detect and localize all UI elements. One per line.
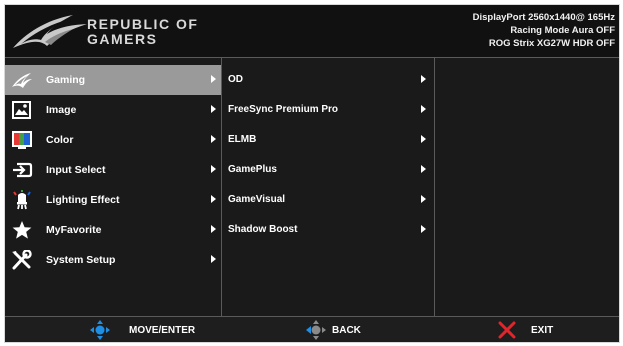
chevron-right-icon — [421, 105, 426, 113]
submenu-item-label: GameVisual — [228, 194, 286, 205]
column-divider-2 — [434, 57, 435, 317]
joystick-move-icon — [90, 320, 110, 340]
joystick-back-icon — [306, 320, 326, 340]
lighting-effect-icon — [13, 190, 31, 210]
wrench-screwdriver-icon — [12, 250, 32, 270]
column-divider-1 — [221, 57, 222, 317]
menu-item-system-setup[interactable]: System Setup — [5, 245, 221, 275]
chevron-right-icon — [421, 195, 426, 203]
chevron-right-icon — [421, 165, 426, 173]
menu-item-image[interactable]: Image — [5, 95, 221, 125]
header: REPUBLIC OF GAMERS DisplayPort 2560x1440… — [5, 5, 619, 57]
chevron-right-icon — [211, 195, 216, 203]
exit-label: EXIT — [531, 325, 554, 336]
osd-menu: REPUBLIC OF GAMERS DisplayPort 2560x1440… — [4, 4, 620, 343]
status-info: DisplayPort 2560x1440@ 165Hz Racing Mode… — [473, 11, 615, 50]
brand-line-1: REPUBLIC OF — [87, 16, 199, 32]
brand-name: REPUBLIC OF GAMERS — [87, 17, 198, 47]
submenu: OD FreeSync Premium Pro ELMB GamePlus Ga… — [224, 65, 432, 245]
submenu-item-label: FreeSync Premium Pro — [228, 104, 339, 115]
submenu-item-elmb[interactable]: ELMB — [224, 125, 432, 155]
chevron-right-icon — [421, 135, 426, 143]
submenu-item-shadow-boost[interactable]: Shadow Boost — [224, 215, 432, 245]
image-icon — [12, 101, 31, 119]
menu-item-input-select[interactable]: Input Select — [5, 155, 221, 185]
menu-item-gaming[interactable]: Gaming — [5, 65, 221, 95]
chevron-right-icon — [211, 75, 216, 83]
submenu-item-label: Shadow Boost — [228, 224, 298, 235]
footer-bar: MOVE/ENTER BACK EXIT — [5, 317, 619, 342]
status-line-mode: Racing Mode Aura OFF — [510, 25, 615, 36]
menu-item-color[interactable]: Color — [5, 125, 221, 155]
exit-button[interactable]: EXIT — [497, 317, 577, 342]
close-icon — [498, 321, 516, 339]
chevron-right-icon — [421, 225, 426, 233]
move-enter-button[interactable]: MOVE/ENTER — [89, 317, 219, 342]
menu-item-myfavorite[interactable]: MyFavorite — [5, 215, 221, 245]
back-button[interactable]: BACK — [305, 317, 395, 342]
move-enter-label: MOVE/ENTER — [129, 325, 196, 336]
status-line-input: DisplayPort 2560x1440@ 165Hz — [472, 12, 615, 23]
back-label: BACK — [332, 325, 361, 336]
color-icon — [12, 131, 32, 149]
submenu-item-label: ELMB — [228, 134, 257, 145]
menu-item-label: System Setup — [46, 254, 116, 266]
menu-item-label: Input Select — [46, 164, 106, 176]
brand-line-2: GAMERS — [87, 31, 158, 47]
chevron-right-icon — [211, 165, 216, 173]
submenu-item-label: GamePlus — [228, 164, 277, 175]
menu-item-label: MyFavorite — [46, 224, 102, 236]
submenu-item-freesync[interactable]: FreeSync Premium Pro — [224, 95, 432, 125]
rog-eye-icon — [13, 15, 87, 48]
menu-item-label: Image — [46, 104, 77, 116]
menu-item-label: Color — [46, 134, 74, 146]
submenu-item-od[interactable]: OD — [224, 65, 432, 95]
submenu-item-gamevisual[interactable]: GameVisual — [224, 185, 432, 215]
chevron-right-icon — [211, 135, 216, 143]
star-icon — [12, 221, 32, 239]
menu-item-label: Gaming — [46, 74, 86, 86]
chevron-right-icon — [211, 255, 216, 263]
submenu-item-label: OD — [228, 74, 243, 85]
menu-item-label: Lighting Effect — [46, 194, 120, 206]
menu-item-lighting-effect[interactable]: Lighting Effect — [5, 185, 221, 215]
main-menu: Gaming Image Color Input Select Lighting… — [5, 65, 221, 275]
rog-eye-icon — [12, 73, 32, 88]
chevron-right-icon — [211, 225, 216, 233]
chevron-right-icon — [211, 105, 216, 113]
submenu-item-gameplus[interactable]: GamePlus — [224, 155, 432, 185]
chevron-right-icon — [421, 75, 426, 83]
status-line-model: ROG Strix XG27W HDR OFF — [488, 38, 615, 49]
input-select-icon — [13, 162, 33, 178]
header-divider — [5, 57, 619, 58]
